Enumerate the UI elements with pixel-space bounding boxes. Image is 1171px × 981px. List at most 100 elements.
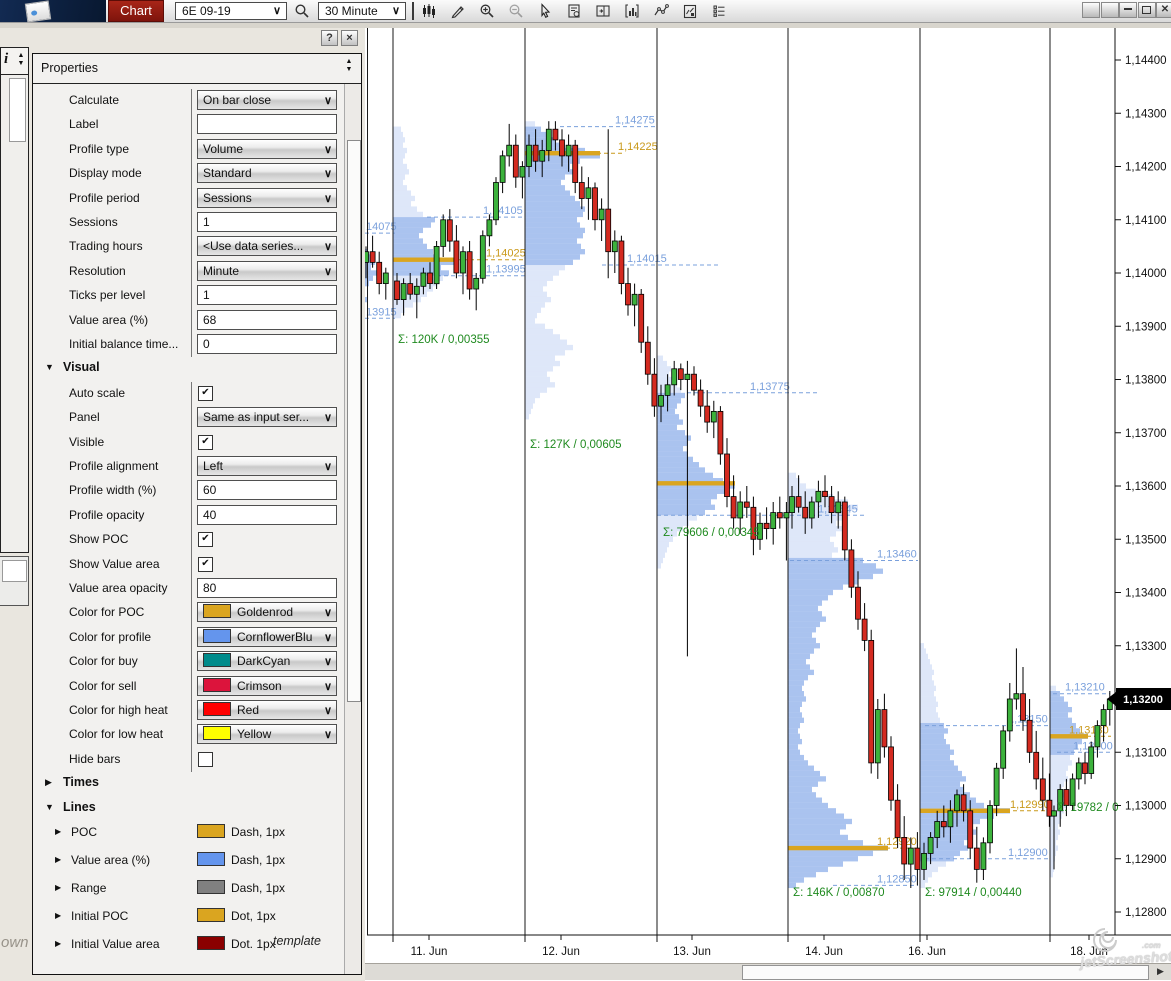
price-chart[interactable]: 14075139151,141051,140251,139951,142751,…: [351, 28, 1171, 981]
color-for-low-heat-dropdown[interactable]: Yellow ∨: [197, 724, 337, 745]
hide-bars-checkbox[interactable]: [198, 751, 213, 767]
chart-window-button[interactable]: Chart: [108, 0, 164, 22]
profile-period-dropdown[interactable]: Sessions ∨: [197, 187, 337, 208]
triangle-right-icon[interactable]: ▶: [55, 911, 61, 920]
show-value-area-checkbox[interactable]: ✔: [198, 556, 213, 572]
triangle-right-icon[interactable]: ▶: [55, 855, 61, 864]
auto-scale-checkbox[interactable]: ✔: [198, 385, 213, 401]
triangle-down-icon[interactable]: ▼: [45, 802, 54, 812]
prop-row-visible: Visible ✔: [33, 430, 343, 455]
value-area-opacity-input[interactable]: 80: [197, 578, 337, 598]
color-swatch: [197, 936, 225, 950]
profile-alignment-dropdown[interactable]: Left ∨: [197, 456, 337, 476]
line-tool-icon[interactable]: [650, 2, 672, 21]
line-style-value[interactable]: Dash, 1px: [197, 824, 285, 839]
triangle-right-icon[interactable]: ▶: [45, 777, 52, 788]
date-tick-label: 18. Jun: [1070, 946, 1108, 958]
prop-row-profile-width: Profile width (%) 60: [33, 479, 343, 504]
price-tick-label: 1,12800: [1125, 907, 1167, 919]
interval-select[interactable]: 30 Minute ∨: [318, 2, 406, 20]
draw-icon[interactable]: [447, 2, 469, 21]
triangle-right-icon[interactable]: ▶: [55, 827, 61, 836]
dropdown-value: Red: [237, 703, 260, 717]
price-level-label: 1,14225: [618, 141, 658, 153]
line-style-value[interactable]: Dash, 1px: [197, 880, 285, 895]
triangle-down-icon[interactable]: ▼: [45, 362, 54, 372]
search-icon[interactable]: [291, 2, 313, 21]
panel-spinner[interactable]: ▲ ▼: [15, 52, 27, 68]
dialog-scrollbar-thumb[interactable]: [347, 140, 361, 702]
color-for-poc-dropdown[interactable]: Goldenrod ∨: [197, 602, 337, 623]
close-button[interactable]: ✕: [1156, 2, 1171, 18]
window-button[interactable]: [1082, 2, 1100, 18]
sessions-input[interactable]: 1: [197, 212, 337, 232]
prop-row-times: ▶ Times: [33, 772, 343, 796]
chevron-down-icon: ∨: [323, 461, 332, 473]
restore-button[interactable]: [1137, 2, 1156, 18]
strategy-icon[interactable]: [679, 2, 701, 21]
profile-opacity-input[interactable]: 40: [197, 504, 337, 525]
column-separator: [191, 625, 192, 651]
triangle-right-icon[interactable]: ▶: [55, 939, 61, 948]
chevron-down-icon: ∨: [323, 631, 332, 644]
zoom-in-icon[interactable]: [476, 2, 498, 21]
indicator-icon[interactable]: [621, 2, 643, 21]
display-mode-dropdown[interactable]: Standard ∨: [197, 163, 337, 184]
show-poc-checkbox[interactable]: ✔: [198, 532, 213, 548]
data-box-icon[interactable]: [563, 2, 585, 21]
price-tick-label: 1,13600: [1125, 481, 1167, 493]
color-for-buy-dropdown[interactable]: DarkCyan ∨: [197, 651, 337, 672]
color-swatch: [203, 726, 231, 741]
prop-row-profile-alignment: Profile alignment Left ∨: [33, 455, 343, 480]
chart-panel[interactable]: 14075 13915 1,14105 1,14025 1,13995 1,14275 1,…: [351, 28, 1171, 981]
column-separator: [191, 89, 192, 114]
prop-row-resolution: Resolution Minute ∨: [33, 259, 343, 285]
candlestick-icon[interactable]: [418, 2, 440, 21]
dialog-close-button[interactable]: ×: [341, 30, 358, 46]
scrollbar-thumb[interactable]: [742, 965, 1149, 980]
color-for-sell-dropdown[interactable]: Crimson ∨: [197, 675, 337, 696]
group-label: Times: [63, 775, 99, 790]
column-separator: [191, 235, 192, 260]
poc-bar: [1050, 734, 1088, 739]
prop-label: Trading hours: [69, 239, 143, 254]
chart-horizontal-scrollbar[interactable]: ▶: [365, 963, 1171, 980]
symbol-select[interactable]: 6E 09-19 ∨: [175, 2, 287, 20]
line-style-value[interactable]: Dot, 1px: [197, 908, 276, 923]
line-style-value[interactable]: Dot. 1px: [197, 936, 276, 951]
prop-label: Ticks per level: [69, 288, 146, 303]
prop-label: Show Value area: [69, 556, 160, 571]
trading-hours-dropdown[interactable]: <Use data series... ∨: [197, 236, 337, 257]
chevron-down-icon: ∨: [323, 705, 332, 717]
resolution-dropdown[interactable]: Minute ∨: [197, 260, 337, 281]
list-icon[interactable]: [708, 2, 730, 21]
dialog-header[interactable]: Properties ▲ ▼: [33, 54, 361, 84]
profile-width-input[interactable]: 60: [197, 480, 337, 501]
color-for-profile-dropdown[interactable]: CornflowerBlu ∨: [197, 626, 337, 647]
price-level-label: 1,14275: [615, 115, 655, 127]
ticks-per-level-input[interactable]: 1: [197, 285, 337, 306]
scroll-right-arrow-icon[interactable]: ▶: [1157, 966, 1164, 977]
value-area-input[interactable]: 68: [197, 309, 337, 330]
dialog-scroll-arrows[interactable]: ▲ ▼: [343, 58, 355, 74]
triangle-right-icon[interactable]: ▶: [55, 883, 61, 892]
label-input[interactable]: [197, 114, 337, 135]
dialog-help-button[interactable]: ?: [321, 30, 338, 46]
color-for-high-heat-dropdown[interactable]: Red ∨: [197, 700, 337, 720]
minimize-button[interactable]: [1119, 2, 1137, 18]
chevron-down-icon: ∨: [323, 412, 332, 425]
panels-icon[interactable]: [592, 2, 614, 21]
zoom-out-icon[interactable]: [505, 2, 527, 21]
panel-dropdown[interactable]: Same as input ser... ∨: [197, 407, 337, 428]
side-panel-scrollbar[interactable]: [9, 78, 26, 142]
dialog-scrollbar[interactable]: [344, 84, 361, 974]
window-button[interactable]: [1100, 2, 1119, 18]
profile-type-dropdown[interactable]: Volume ∨: [197, 138, 337, 159]
column-separator: [191, 113, 192, 138]
calculate-dropdown[interactable]: On bar close ∨: [197, 90, 337, 110]
line-style-value[interactable]: Dash, 1px: [197, 852, 285, 867]
cursor-icon[interactable]: [534, 2, 556, 21]
dropdown-value: On bar close: [203, 93, 272, 107]
initial-balance-time-input[interactable]: 0: [197, 334, 337, 354]
visible-checkbox[interactable]: ✔: [198, 434, 213, 450]
